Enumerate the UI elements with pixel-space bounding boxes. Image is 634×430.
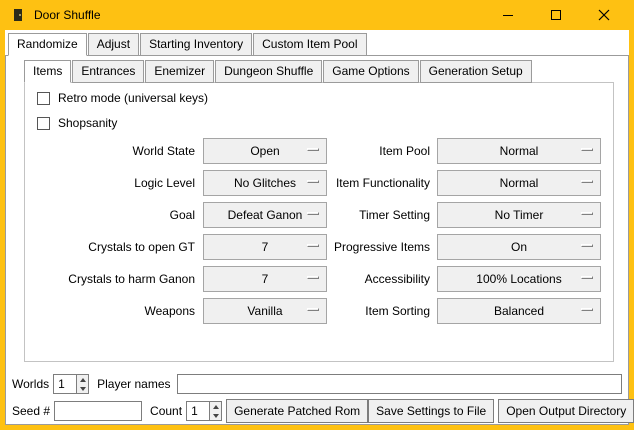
close-icon <box>598 9 610 21</box>
item-pool-dropdown[interactable]: Normal <box>437 138 601 164</box>
subtab-entrances[interactable]: Entrances <box>72 60 144 83</box>
field-row: Crystals to harm Ganon 7 Accessibility 1… <box>25 266 613 292</box>
subtab-dungeon-shuffle[interactable]: Dungeon Shuffle <box>215 60 322 83</box>
shopsanity-row: Shopsanity <box>37 116 613 130</box>
crystals-ganon-dropdown[interactable]: 7 <box>203 266 327 292</box>
window-title: Door Shuffle <box>34 8 101 22</box>
fields-grid: World State Open Item Pool Normal Logic … <box>25 138 613 324</box>
worlds-row: Worlds 1 Player names <box>12 373 622 395</box>
window-controls <box>484 0 628 30</box>
count-spin-down[interactable] <box>210 411 221 420</box>
door-shuffle-window: { "colors": { "titlebar": "#fec112", "pa… <box>0 0 634 430</box>
shopsanity-label: Shopsanity <box>58 116 117 130</box>
arrow-up-icon <box>213 405 219 409</box>
retro-mode-checkbox[interactable] <box>37 92 50 105</box>
minimize-button[interactable] <box>484 0 532 30</box>
count-spin-up[interactable] <box>210 402 221 411</box>
weapons-label: Weapons <box>25 304 195 318</box>
sub-tabbar: Items Entrances Enemizer Dungeon Shuffle… <box>24 60 533 83</box>
subtab-generation-setup[interactable]: Generation Setup <box>420 60 532 83</box>
field-row: World State Open Item Pool Normal <box>25 138 613 164</box>
tab-randomize[interactable]: Randomize <box>8 33 87 56</box>
accessibility-dropdown[interactable]: 100% Locations <box>437 266 601 292</box>
items-pane: Retro mode (universal keys) Shopsanity W… <box>24 82 614 362</box>
count-spinner[interactable]: 1 <box>186 401 222 421</box>
minimize-icon <box>502 9 514 21</box>
subtab-items[interactable]: Items <box>24 60 71 83</box>
goal-label: Goal <box>25 208 195 222</box>
worlds-spin-up[interactable] <box>77 375 88 384</box>
worlds-label: Worlds <box>12 377 49 391</box>
open-output-directory-button[interactable]: Open Output Directory <box>498 399 634 423</box>
count-label: Count <box>150 404 182 418</box>
timer-setting-dropdown[interactable]: No Timer <box>437 202 601 228</box>
dropdown-indicator-icon <box>581 212 593 215</box>
crystals-gt-dropdown[interactable]: 7 <box>203 234 327 260</box>
maximize-icon <box>550 9 562 21</box>
progressive-items-label: Progressive Items <box>327 240 430 254</box>
subtab-game-options[interactable]: Game Options <box>323 60 418 83</box>
subtab-enemizer[interactable]: Enemizer <box>145 60 214 83</box>
seed-label: Seed # <box>12 404 50 418</box>
retro-mode-row: Retro mode (universal keys) <box>37 91 613 105</box>
item-functionality-dropdown[interactable]: Normal <box>437 170 601 196</box>
item-sorting-label: Item Sorting <box>327 304 430 318</box>
field-row: Weapons Vanilla Item Sorting Balanced <box>25 298 613 324</box>
titlebar: Door Shuffle <box>0 0 634 30</box>
dropdown-indicator-icon <box>581 180 593 183</box>
dropdown-indicator-icon <box>307 244 319 247</box>
player-names-label: Player names <box>97 377 170 391</box>
field-row: Logic Level No Glitches Item Functionali… <box>25 170 613 196</box>
main-tabbar: Randomize Adjust Starting Inventory Cust… <box>8 33 368 56</box>
randomize-pane: Items Entrances Enemizer Dungeon Shuffle… <box>5 55 629 425</box>
dropdown-indicator-icon <box>581 308 593 311</box>
progressive-items-dropdown[interactable]: On <box>437 234 601 260</box>
weapons-dropdown[interactable]: Vanilla <box>203 298 327 324</box>
arrow-up-icon <box>80 378 86 382</box>
dropdown-indicator-icon <box>307 180 319 183</box>
world-state-dropdown[interactable]: Open <box>203 138 327 164</box>
tab-custom-item-pool[interactable]: Custom Item Pool <box>253 33 366 56</box>
dropdown-indicator-icon <box>307 308 319 311</box>
dropdown-indicator-icon <box>307 276 319 279</box>
tab-starting-inventory[interactable]: Starting Inventory <box>140 33 252 56</box>
seed-row: Seed # Count 1 Generate Patched Rom Save… <box>12 399 622 423</box>
shopsanity-checkbox[interactable] <box>37 117 50 130</box>
field-row: Goal Defeat Ganon Timer Setting No Timer <box>25 202 613 228</box>
arrow-down-icon <box>80 387 86 391</box>
timer-setting-label: Timer Setting <box>327 208 430 222</box>
tab-adjust[interactable]: Adjust <box>88 33 139 56</box>
world-state-label: World State <box>25 144 195 158</box>
app-icon <box>10 7 26 23</box>
worlds-spinner[interactable]: 1 <box>53 374 89 394</box>
client-area: Randomize Adjust Starting Inventory Cust… <box>5 30 629 425</box>
dropdown-indicator-icon <box>307 148 319 151</box>
item-sorting-dropdown[interactable]: Balanced <box>437 298 601 324</box>
dropdown-indicator-icon <box>581 244 593 247</box>
generate-patched-rom-button[interactable]: Generate Patched Rom <box>226 399 368 423</box>
item-pool-label: Item Pool <box>327 144 430 158</box>
player-names-input[interactable] <box>177 374 623 394</box>
logic-level-dropdown[interactable]: No Glitches <box>203 170 327 196</box>
logic-level-label: Logic Level <box>25 176 195 190</box>
dropdown-indicator-icon <box>307 212 319 215</box>
dropdown-indicator-icon <box>581 276 593 279</box>
seed-input[interactable] <box>54 401 142 421</box>
crystals-ganon-label: Crystals to harm Ganon <box>25 272 195 286</box>
save-settings-button[interactable]: Save Settings to File <box>368 399 494 423</box>
retro-mode-label: Retro mode (universal keys) <box>58 91 208 105</box>
accessibility-label: Accessibility <box>327 272 430 286</box>
item-functionality-label: Item Functionality <box>327 176 430 190</box>
arrow-down-icon <box>213 414 219 418</box>
crystals-gt-label: Crystals to open GT <box>25 240 195 254</box>
goal-dropdown[interactable]: Defeat Ganon <box>203 202 327 228</box>
close-button[interactable] <box>580 0 628 30</box>
worlds-spin-down[interactable] <box>77 384 88 393</box>
field-row: Crystals to open GT 7 Progressive Items … <box>25 234 613 260</box>
maximize-button[interactable] <box>532 0 580 30</box>
dropdown-indicator-icon <box>581 148 593 151</box>
